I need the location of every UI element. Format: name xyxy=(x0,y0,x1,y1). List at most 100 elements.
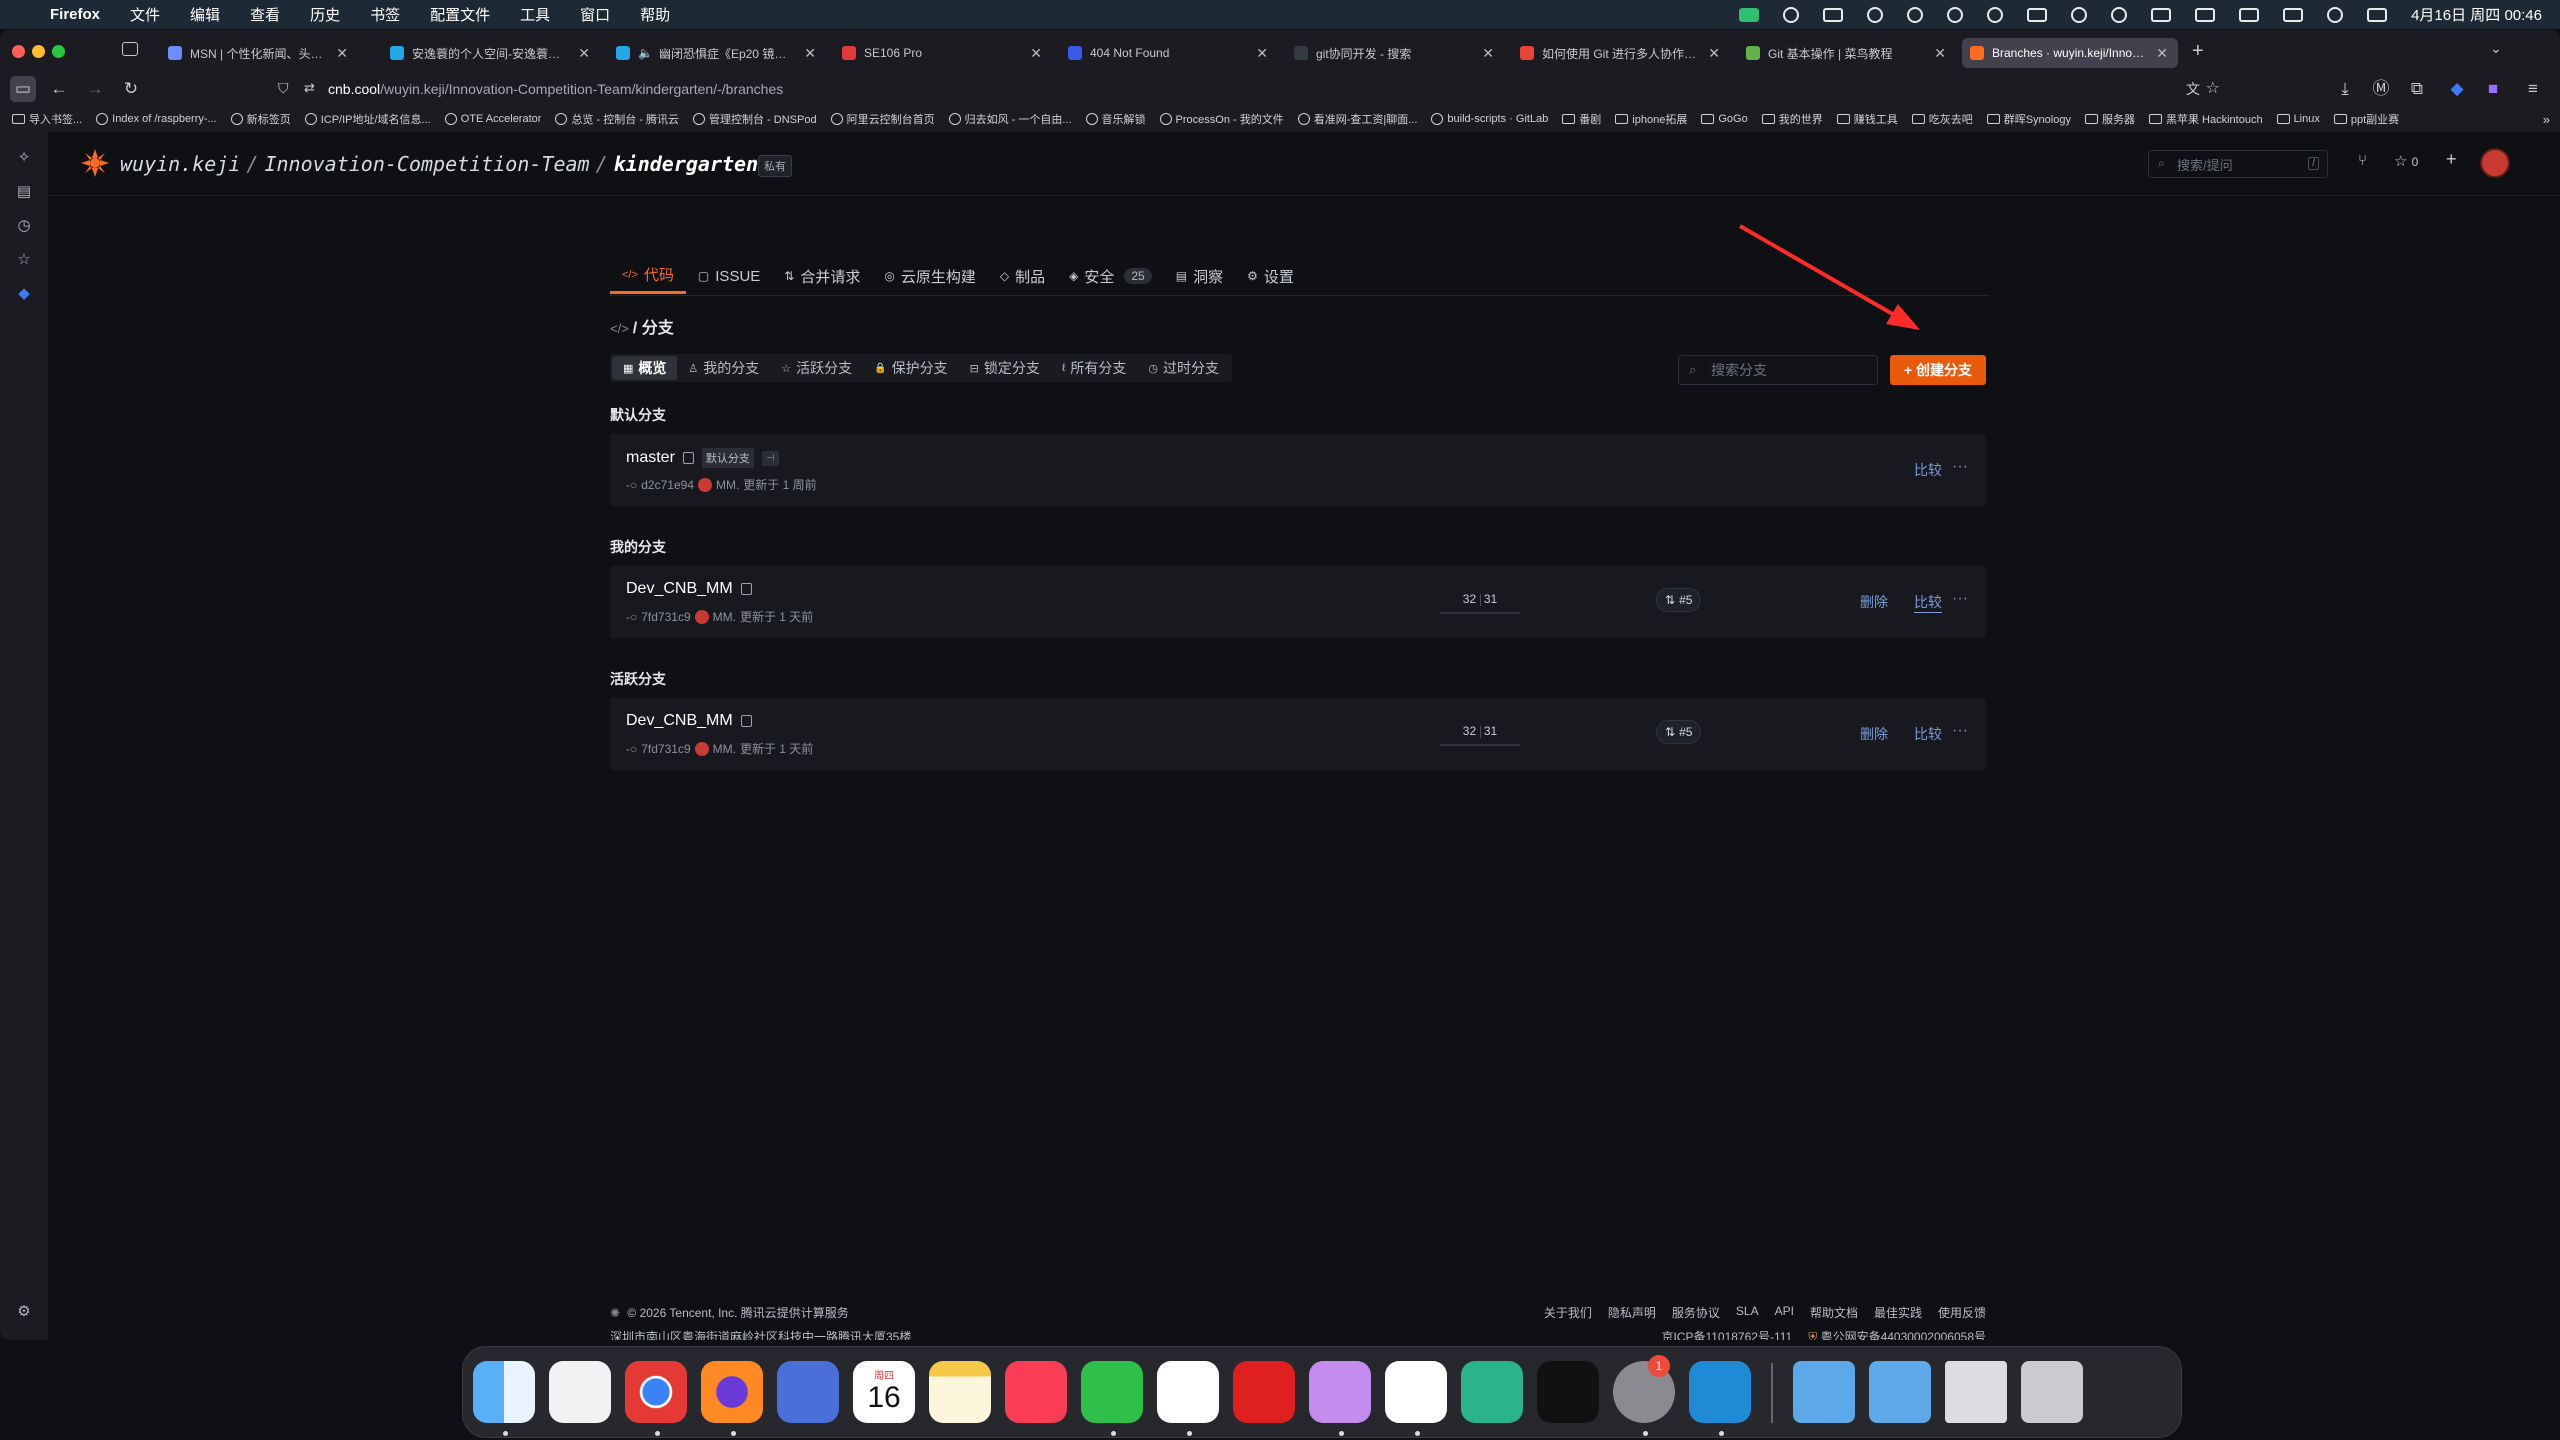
tab-cloud-native-build[interactable]: ◎ 云原生构建 xyxy=(872,258,988,294)
close-icon[interactable]: ✕ xyxy=(2156,45,2168,62)
branch-name[interactable]: master xyxy=(626,449,675,467)
bookmark-item[interactable]: 番剧 xyxy=(1562,111,1601,127)
footer-link[interactable]: API xyxy=(1775,1304,1794,1321)
tray-icon[interactable] xyxy=(1823,7,1844,22)
minimize-window-button[interactable] xyxy=(32,45,45,58)
trash-icon[interactable] xyxy=(2021,1361,2083,1423)
status-tray-icon[interactable] xyxy=(1739,7,1760,22)
tab-search[interactable]: git协同开发 - 搜索 ✕ xyxy=(1286,38,1504,68)
cnb-logo-icon[interactable] xyxy=(80,148,110,178)
spotlight-icon[interactable] xyxy=(1987,6,2004,23)
speaker-icon[interactable]: 🔈 xyxy=(638,46,653,60)
plus-icon[interactable]: + xyxy=(2446,149,2457,170)
menu-tools[interactable]: 工具 xyxy=(520,4,550,25)
music-icon[interactable] xyxy=(1005,1361,1067,1423)
altstore-icon[interactable] xyxy=(1537,1361,1599,1423)
filter-locked-branches[interactable]: ⊟ 锁定分支 xyxy=(959,356,1051,380)
zoom-window-button[interactable] xyxy=(52,45,65,58)
bookmark-item[interactable]: 服务器 xyxy=(2084,111,2135,127)
copy-icon[interactable] xyxy=(740,715,752,727)
filter-my-branches[interactable]: ♙ 我的分支 xyxy=(677,356,770,380)
history-icon[interactable]: ◷ xyxy=(14,216,34,236)
display-icon[interactable] xyxy=(2239,7,2260,22)
list-all-tabs-icon[interactable]: ⌄ xyxy=(2490,40,2502,57)
bookmark-item[interactable]: 管理控制台 - DNSPod xyxy=(693,111,817,127)
bookmark-star-icon[interactable]: ☆ xyxy=(2206,78,2220,98)
tab-merge-requests[interactable]: ⇅ 合并请求 xyxy=(772,258,872,294)
tab-404[interactable]: 404 Not Found ✕ xyxy=(1060,38,1278,68)
more-options-icon[interactable]: ··· xyxy=(1952,722,1968,740)
tab-insights[interactable]: ▤ 洞察 xyxy=(1164,258,1235,294)
tab-artifacts[interactable]: ◇ 制品 xyxy=(988,258,1057,294)
account-icon[interactable]: Ⓜ xyxy=(2368,76,2394,102)
police-record-link[interactable]: ⛨ 粤公网安备44030002006058号 xyxy=(1808,1328,1986,1340)
bookmark-item[interactable]: 导入书签... xyxy=(12,111,82,127)
close-icon[interactable]: ✕ xyxy=(1256,45,1268,62)
chrome-icon[interactable] xyxy=(625,1361,687,1423)
icp-link[interactable]: 京ICP备11018762号-111 xyxy=(1661,1328,1792,1340)
menu-profiles[interactable]: 配置文件 xyxy=(430,4,490,25)
menu-history[interactable]: 历史 xyxy=(310,4,340,25)
new-tab-button[interactable]: + xyxy=(2192,40,2204,63)
sidebar-toggle-icon[interactable]: ▭ xyxy=(10,76,36,102)
branch-name[interactable]: Dev_CNB_MM xyxy=(626,580,733,598)
compare-link[interactable]: 比较 xyxy=(1914,592,1942,613)
screen-mirror-icon[interactable] xyxy=(2195,7,2216,22)
close-icon[interactable]: ✕ xyxy=(336,45,348,62)
bookmark-item[interactable]: 新标签页 xyxy=(230,111,291,127)
address-bar[interactable]: ⛉ ⇄ cnb.cool/wuyin.keji/Innovation-Compe… xyxy=(270,74,2220,104)
tray-icon[interactable] xyxy=(2027,7,2048,22)
menubar-clock[interactable]: 4月16日 周四 00:46 xyxy=(2411,4,2542,25)
back-button[interactable]: ← xyxy=(46,76,72,102)
synced-tabs-icon[interactable]: ▤ xyxy=(14,182,34,202)
reload-button[interactable]: ↻ xyxy=(118,76,144,102)
menu-view[interactable]: 查看 xyxy=(250,4,280,25)
bluetooth-icon[interactable] xyxy=(1947,6,1964,23)
brightness-icon[interactable] xyxy=(2111,6,2128,23)
ai-chatbot-icon[interactable]: ✧ xyxy=(14,148,34,168)
shield-icon[interactable]: ⛉ xyxy=(278,80,289,97)
commit-hash[interactable]: 7fd731c9 xyxy=(641,610,690,624)
calendar-icon[interactable]: 周四 16 xyxy=(853,1361,915,1423)
bookmark-item[interactable]: build-scripts · GitLab xyxy=(1431,113,1548,125)
forward-button[interactable]: → xyxy=(82,76,108,102)
bookmark-item[interactable]: ppt副业赛 xyxy=(2333,111,2399,127)
bookmarks-icon[interactable]: ☆ xyxy=(14,250,34,270)
feishu-icon[interactable] xyxy=(1385,1361,1447,1423)
close-icon[interactable]: ✕ xyxy=(1934,45,1946,62)
filter-stale-branches[interactable]: ◷ 过时分支 xyxy=(1137,356,1230,380)
screenshot-stack-icon[interactable] xyxy=(1945,1361,2007,1423)
menu-help[interactable]: 帮助 xyxy=(640,4,670,25)
filter-protected-branches[interactable]: 🔒 保护分支 xyxy=(863,356,958,380)
bitwarden-icon[interactable]: ◆ xyxy=(2444,76,2470,102)
siri-icon[interactable] xyxy=(2327,6,2344,23)
downloads-folder-icon[interactable] xyxy=(1869,1361,1931,1423)
iphone-mirroring-icon[interactable] xyxy=(777,1361,839,1423)
commit-hash[interactable]: d2c71e94 xyxy=(641,478,694,492)
tray-icon[interactable] xyxy=(2151,7,2172,22)
menu-file[interactable]: 文件 xyxy=(130,4,160,25)
tab-overview-icon[interactable] xyxy=(122,42,138,56)
bookmark-item[interactable]: OTE Accelerator xyxy=(444,113,541,125)
menu-window[interactable]: 窗口 xyxy=(580,4,610,25)
finder-icon[interactable] xyxy=(473,1361,535,1423)
bookmark-item[interactable]: 总览 - 控制台 - 腾讯云 xyxy=(555,111,679,127)
tab-msn[interactable]: MSN | 个性化新闻、头条新闻、实 ✕ xyxy=(160,38,358,68)
menu-edit[interactable]: 编辑 xyxy=(190,4,220,25)
close-icon[interactable]: ✕ xyxy=(578,45,590,62)
notes-icon[interactable] xyxy=(929,1361,991,1423)
bookmark-item[interactable]: 群晖Synology xyxy=(1986,111,2071,127)
bookmark-item[interactable]: iphone拓展 xyxy=(1615,111,1687,127)
bookmark-item[interactable]: Index of /raspberry-... xyxy=(96,113,217,125)
site-info-icon[interactable]: ⇄ xyxy=(304,80,315,96)
footer-link[interactable]: 服务协议 xyxy=(1672,1304,1720,1321)
fork-icon[interactable]: ⑂ xyxy=(2358,152,2367,169)
tab-runoob[interactable]: Git 基本操作 | 菜鸟教程 ✕ xyxy=(1738,38,1956,68)
pull-request-badge[interactable]: ⇅ #5 xyxy=(1656,720,1702,744)
app-icon[interactable] xyxy=(1233,1361,1295,1423)
branch-name[interactable]: Dev_CNB_MM xyxy=(626,712,733,730)
bookmark-item[interactable]: 吃灰去吧 xyxy=(1911,111,1973,127)
downloads-icon[interactable]: ⤓ xyxy=(2332,76,2358,102)
menu-icon[interactable]: ≡ xyxy=(2520,76,2546,102)
close-window-button[interactable] xyxy=(12,45,25,58)
